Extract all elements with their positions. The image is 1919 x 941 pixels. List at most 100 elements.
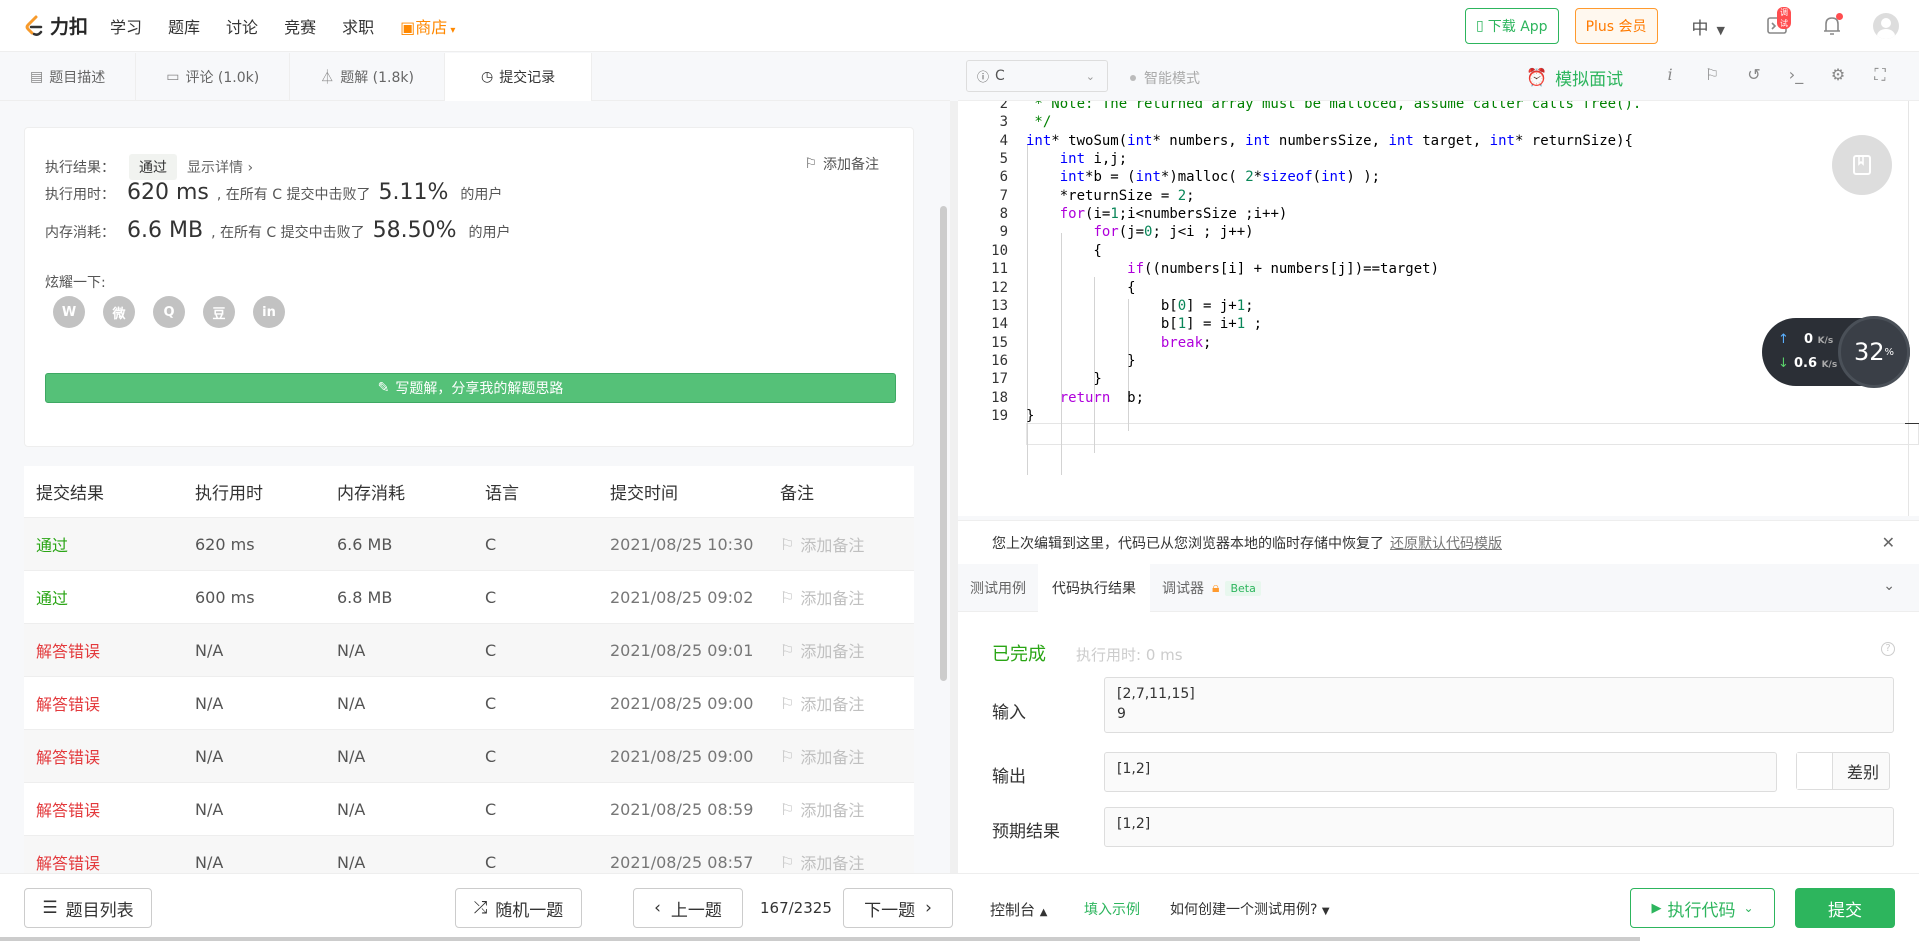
mock-interview-button[interactable]: ⏰ 模拟面试 xyxy=(1526,65,1624,91)
submission-language: C xyxy=(485,693,497,713)
tab-testcase[interactable]: 测试用例 xyxy=(958,564,1038,612)
problem-list-button[interactable]: ☰ 题目列表 xyxy=(24,888,152,928)
diff-toggle[interactable]: 差别 xyxy=(1796,752,1890,790)
nav-shop-label: 商店 xyxy=(415,17,448,37)
submission-result[interactable]: 解答错误 xyxy=(24,850,195,873)
write-solution-button[interactable]: ✎ 写题解，分享我的解题思路 xyxy=(45,373,896,403)
flag-icon[interactable]: ⚐ xyxy=(1700,65,1724,85)
language-select[interactable]: ⓘ C ⌄ xyxy=(966,60,1108,92)
submission-result[interactable]: 通过 xyxy=(24,585,195,609)
flag-icon: ⚐ xyxy=(804,156,817,172)
add-note-button[interactable]: ⚐ 添加备注 xyxy=(780,744,914,768)
weibo-icon[interactable]: 微 xyxy=(103,296,135,328)
console-toggle[interactable]: 控制台 ▲ xyxy=(990,899,1048,920)
linkedin-icon[interactable]: in xyxy=(253,296,285,328)
submission-result[interactable]: 通过 xyxy=(24,532,195,556)
submission-result[interactable]: 解答错误 xyxy=(24,691,195,715)
add-note-label: 添加备注 xyxy=(800,536,865,555)
mock-interview-label: 模拟面试 xyxy=(1555,70,1624,90)
qq-icon[interactable]: Q xyxy=(153,296,185,328)
plus-member-button[interactable]: Plus 会员 xyxy=(1574,8,1658,44)
table-row[interactable]: 解答错误 N/A N/A C 2021/08/25 09:00 ⚐ 添加备注 xyxy=(24,730,914,783)
nav-learn[interactable]: 学习 xyxy=(110,14,142,38)
main-nav: 学习 题库 讨论 竞赛 求职 ▣商店 ▾ xyxy=(110,14,481,38)
chevron-down-icon[interactable]: ⌄ xyxy=(1883,578,1895,594)
table-row[interactable]: 解答错误 N/A N/A C 2021/08/25 09:00 ⚐ 添加备注 xyxy=(24,677,914,730)
fill-example-link[interactable]: 填入示例 xyxy=(1084,899,1140,919)
submit-button[interactable]: 提交 xyxy=(1795,888,1895,928)
settings-icon[interactable]: ⚙ xyxy=(1826,65,1850,85)
code-line[interactable]: 19} xyxy=(958,405,1919,427)
add-note-label: 添加备注 xyxy=(800,748,865,767)
terminal-icon[interactable]: ›_ xyxy=(1784,65,1808,85)
nav-shop[interactable]: ▣商店 ▾ xyxy=(400,14,455,38)
table-row[interactable]: 解答错误 N/A N/A C 2021/08/25 08:57 ⚐ 添加备注 xyxy=(24,836,914,873)
prev-problem-button[interactable]: ‹ 上一题 xyxy=(633,888,743,928)
submission-result[interactable]: 解答错误 xyxy=(24,744,195,768)
tab-solutions[interactable]: ⏃ 题解 (1.8k) xyxy=(290,53,445,101)
input-line-1: [2,7,11,15] xyxy=(1117,686,1195,702)
horizontal-scrollbar[interactable] xyxy=(0,937,1640,941)
result-label: 执行结果： xyxy=(45,160,115,176)
table-row[interactable]: 解答错误 N/A N/A C 2021/08/25 09:01 ⚐ 添加备注 xyxy=(24,624,914,677)
howto-testcase-link[interactable]: 如何创建一个测试用例? ▼ xyxy=(1170,899,1330,919)
add-note-button[interactable]: ⚐ 添加备注 xyxy=(780,585,914,609)
input-box: [2,7,11,15] 9 xyxy=(1104,677,1894,733)
info-italic-icon[interactable]: i xyxy=(1658,65,1682,85)
fullscreen-icon[interactable]: ⛶ xyxy=(1868,65,1892,85)
alarm-clock-icon: ⏰ xyxy=(1526,67,1548,88)
submission-runtime: N/A xyxy=(195,852,224,872)
tab-description[interactable]: ▤ 题目描述 xyxy=(0,53,137,101)
debug-console-icon[interactable]: 调试 xyxy=(1765,7,1791,39)
table-row[interactable]: 通过 600 ms 6.8 MB C 2021/08/25 09:02 ⚐ 添加备注 xyxy=(24,571,914,624)
add-note-button[interactable]: ⚐ 添加备注 xyxy=(780,532,914,556)
douban-icon[interactable]: 豆 xyxy=(203,296,235,328)
download-app-button[interactable]: ▯ 下载 App xyxy=(1465,8,1559,44)
add-note-button[interactable]: ⚐ 添加备注 xyxy=(780,850,914,874)
logo[interactable]: 力扣 xyxy=(22,12,88,39)
submission-result[interactable]: 解答错误 xyxy=(24,638,195,662)
add-note-button[interactable]: ⚐ 添加备注 xyxy=(780,797,914,821)
notification-dot xyxy=(1836,13,1843,20)
scrollbar[interactable] xyxy=(940,206,947,681)
tab-run-result[interactable]: 代码执行结果 xyxy=(1038,564,1150,612)
nav-contest[interactable]: 竞赛 xyxy=(284,14,316,38)
submissions-panel: 执行结果： 通过 显示详情 › ⚐ 添加备注 执行用时： 620 ms , 在所有… xyxy=(0,101,950,873)
language-switch[interactable]: 中 ▼ xyxy=(1692,14,1725,39)
help-icon[interactable]: ? xyxy=(1881,642,1895,656)
tab-comments[interactable]: ▭ 评论 (1.0k) xyxy=(136,53,291,101)
show-detail-link[interactable]: 显示详情 › xyxy=(187,157,253,177)
add-note-button[interactable]: ⚐ 添加备注 xyxy=(804,154,879,174)
notebook-float-button[interactable] xyxy=(1832,135,1892,195)
code-editor[interactable]: 2 * Note: The returned array must be mal… xyxy=(958,101,1919,516)
submission-runtime: N/A xyxy=(195,799,224,819)
nav-problemset[interactable]: 题库 xyxy=(168,14,200,38)
nav-jobs[interactable]: 求职 xyxy=(342,14,374,38)
add-note-button[interactable]: ⚐ 添加备注 xyxy=(780,691,914,715)
random-problem-button[interactable]: ⤮ 随机一题 xyxy=(455,888,582,928)
submission-language: C xyxy=(485,640,497,660)
diff-checkbox[interactable] xyxy=(1797,753,1833,789)
add-note-button[interactable]: ⚐ 添加备注 xyxy=(780,638,914,662)
close-icon[interactable]: ✕ xyxy=(1882,533,1895,552)
pane-splitter[interactable] xyxy=(950,101,958,873)
table-row[interactable]: 通过 620 ms 6.6 MB C 2021/08/25 10:30 ⚐ 添加备注 xyxy=(24,518,914,571)
wechat-icon[interactable]: W xyxy=(53,296,85,328)
run-code-button[interactable]: ▶ 执行代码 ⌄ xyxy=(1630,888,1775,928)
restore-default-link[interactable]: 还原默认代码模版 xyxy=(1390,533,1502,553)
bell-icon[interactable] xyxy=(1819,13,1845,39)
runtime-tail: 的用户 xyxy=(460,187,503,203)
table-row[interactable]: 解答错误 N/A N/A C 2021/08/25 08:59 ⚐ 添加备注 xyxy=(24,783,914,836)
restore-notice: 您上次编辑到这里，代码已从您浏览器本地的临时存储中恢复了 还原默认代码模版 ✕ xyxy=(958,520,1919,564)
tab-debugger[interactable]: 调试器 🔒︎ Beta xyxy=(1150,564,1273,612)
line-number: 19 xyxy=(991,407,1008,424)
submission-result[interactable]: 解答错误 xyxy=(24,797,195,821)
submission-memory: N/A xyxy=(337,746,366,766)
smart-mode-toggle[interactable]: 智能模式 xyxy=(1130,68,1200,88)
avatar[interactable] xyxy=(1873,13,1899,39)
next-problem-button[interactable]: 下一题 › xyxy=(843,888,953,928)
reset-icon[interactable]: ↺ xyxy=(1742,65,1766,85)
nav-discuss[interactable]: 讨论 xyxy=(226,14,258,38)
submissions-table: 提交结果 执行用时 内存消耗 语言 提交时间 备注 通过 620 ms 6.6 MB… xyxy=(24,466,914,873)
tab-submissions[interactable]: ◷ 提交记录 xyxy=(444,53,593,101)
